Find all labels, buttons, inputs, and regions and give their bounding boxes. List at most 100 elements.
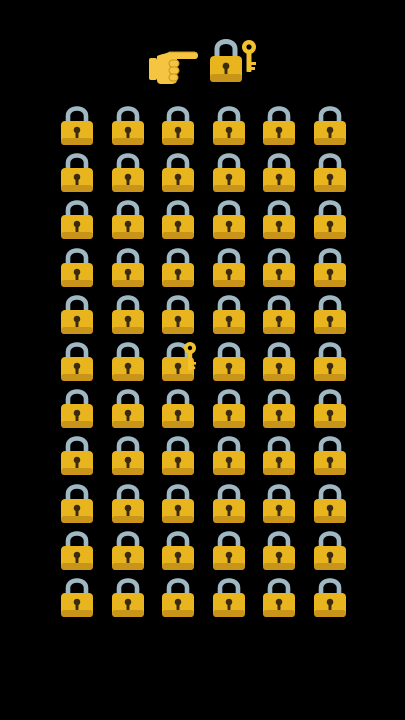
padlock-cell[interactable] — [110, 293, 146, 337]
padlock-icon — [312, 151, 348, 195]
padlock-cell[interactable] — [160, 104, 196, 148]
padlock-cell[interactable] — [110, 151, 146, 195]
padlock-cell[interactable] — [59, 482, 95, 526]
padlock-icon — [110, 529, 146, 573]
padlock-icon — [59, 293, 95, 337]
padlock-cell[interactable] — [160, 576, 196, 620]
padlock-cell[interactable] — [59, 387, 95, 431]
padlock-cell[interactable] — [312, 576, 348, 620]
padlock-icon — [160, 387, 196, 431]
padlock-icon — [59, 246, 95, 290]
padlock-icon — [59, 434, 95, 478]
padlock-cell[interactable] — [110, 246, 146, 290]
padlock-cell[interactable] — [160, 293, 196, 337]
padlock-cell[interactable] — [160, 246, 196, 290]
padlock-cell[interactable] — [261, 293, 297, 337]
padlock-icon — [110, 340, 146, 384]
padlock-icon — [160, 434, 196, 478]
locked-with-key-icon — [160, 340, 196, 384]
padlock-cell[interactable] — [110, 387, 146, 431]
padlock-icon — [110, 198, 146, 242]
padlock-icon — [110, 482, 146, 526]
padlock-icon — [110, 246, 146, 290]
padlock-icon — [160, 151, 196, 195]
padlock-cell[interactable] — [211, 151, 247, 195]
padlock-icon — [312, 434, 348, 478]
padlock-icon — [261, 434, 297, 478]
padlock-cell[interactable] — [160, 151, 196, 195]
padlock-icon — [211, 340, 247, 384]
padlock-cell[interactable] — [160, 529, 196, 573]
padlock-cell[interactable] — [312, 387, 348, 431]
padlock-cell[interactable] — [110, 340, 146, 384]
padlock-icon — [312, 198, 348, 242]
padlock-cell[interactable] — [110, 198, 146, 242]
padlock-icon — [110, 434, 146, 478]
padlock-cell[interactable] — [160, 482, 196, 526]
padlock-cell[interactable] — [261, 529, 297, 573]
padlock-icon — [312, 529, 348, 573]
padlock-cell[interactable] — [59, 529, 95, 573]
padlock-cell[interactable] — [261, 340, 297, 384]
padlock-cell[interactable] — [59, 104, 95, 148]
padlock-cell[interactable] — [211, 293, 247, 337]
padlock-cell[interactable] — [261, 151, 297, 195]
padlock-cell[interactable] — [261, 434, 297, 478]
padlock-cell[interactable] — [211, 198, 247, 242]
lock-grid — [0, 0, 405, 720]
padlock-icon — [110, 576, 146, 620]
padlock-cell[interactable] — [110, 576, 146, 620]
padlock-cell[interactable] — [312, 198, 348, 242]
padlock-cell[interactable] — [261, 482, 297, 526]
padlock-cell[interactable] — [312, 529, 348, 573]
padlock-cell[interactable] — [261, 246, 297, 290]
padlock-cell[interactable] — [211, 246, 247, 290]
padlock-icon — [211, 293, 247, 337]
padlock-icon — [312, 387, 348, 431]
padlock-icon — [312, 104, 348, 148]
padlock-icon — [59, 104, 95, 148]
padlock-cell[interactable] — [261, 198, 297, 242]
padlock-cell[interactable] — [312, 246, 348, 290]
padlock-icon — [261, 293, 297, 337]
padlock-cell[interactable] — [211, 529, 247, 573]
padlock-cell[interactable] — [211, 434, 247, 478]
padlock-cell[interactable] — [160, 434, 196, 478]
padlock-cell[interactable] — [261, 576, 297, 620]
padlock-cell[interactable] — [211, 576, 247, 620]
padlock-icon — [261, 246, 297, 290]
padlock-cell[interactable] — [312, 104, 348, 148]
padlock-cell[interactable] — [312, 340, 348, 384]
padlock-cell[interactable] — [110, 434, 146, 478]
padlock-cell[interactable] — [312, 434, 348, 478]
padlock-cell[interactable] — [59, 151, 95, 195]
padlock-cell[interactable] — [312, 293, 348, 337]
odd-one-out-cell[interactable] — [160, 340, 196, 384]
padlock-cell[interactable] — [110, 482, 146, 526]
padlock-icon — [312, 246, 348, 290]
padlock-icon — [211, 529, 247, 573]
padlock-cell[interactable] — [59, 293, 95, 337]
padlock-cell[interactable] — [211, 340, 247, 384]
padlock-cell[interactable] — [59, 340, 95, 384]
padlock-icon — [160, 482, 196, 526]
padlock-cell[interactable] — [110, 529, 146, 573]
padlock-cell[interactable] — [59, 434, 95, 478]
padlock-cell[interactable] — [211, 482, 247, 526]
padlock-cell[interactable] — [160, 198, 196, 242]
padlock-cell[interactable] — [110, 104, 146, 148]
padlock-cell[interactable] — [261, 387, 297, 431]
padlock-cell[interactable] — [211, 104, 247, 148]
padlock-icon — [261, 340, 297, 384]
padlock-cell[interactable] — [312, 151, 348, 195]
padlock-icon — [312, 482, 348, 526]
padlock-cell[interactable] — [59, 198, 95, 242]
padlock-cell[interactable] — [59, 246, 95, 290]
padlock-cell[interactable] — [261, 104, 297, 148]
padlock-cell[interactable] — [59, 576, 95, 620]
padlock-cell[interactable] — [211, 387, 247, 431]
padlock-cell[interactable] — [312, 482, 348, 526]
padlock-icon — [110, 293, 146, 337]
padlock-cell[interactable] — [160, 387, 196, 431]
padlock-icon — [160, 529, 196, 573]
